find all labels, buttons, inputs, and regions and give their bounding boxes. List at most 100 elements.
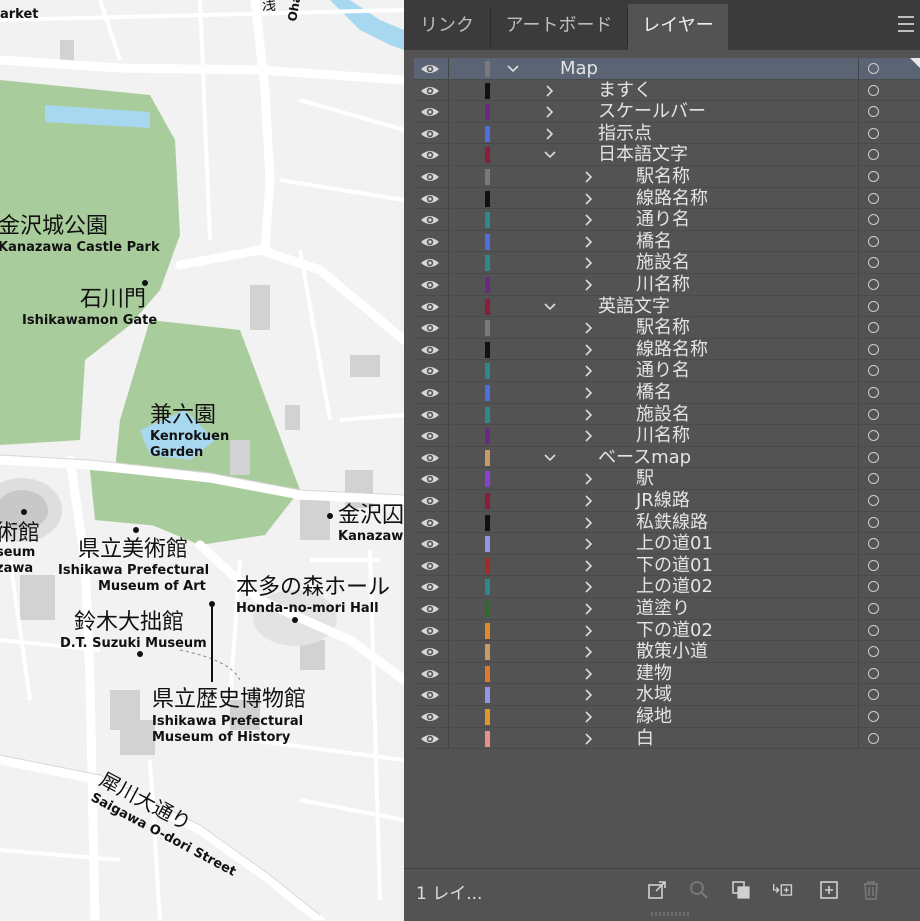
layer-row[interactable]: 水域 [414,684,920,706]
layer-row[interactable]: 橋名 [414,382,920,404]
layer-name[interactable]: 施設名 [636,404,690,426]
layer-row[interactable]: ますく [414,79,920,102]
chevron-right-icon[interactable] [582,537,596,551]
layer-row[interactable]: ベースmap [414,446,920,469]
chevron-right-icon[interactable] [582,559,596,573]
layer-name[interactable]: 川名称 [636,425,690,447]
target-circle-icon[interactable] [868,171,879,182]
layer-name[interactable]: 下の道01 [636,555,713,577]
layer-row[interactable]: 通り名 [414,360,920,382]
chevron-right-icon[interactable] [582,494,596,508]
layer-row[interactable]: 建物 [414,662,920,685]
layer-row[interactable]: 通り名 [414,209,920,231]
layer-name[interactable]: 建物 [636,663,672,685]
eye-icon[interactable] [420,213,440,227]
search-icon[interactable] [688,879,710,901]
tab-layers[interactable]: レイヤー [628,4,728,50]
target-circle-icon[interactable] [868,235,879,247]
layer-name[interactable]: 上の道02 [636,576,713,598]
layer-name[interactable]: 駅 [636,468,654,490]
target-circle-icon[interactable] [868,646,879,658]
target-circle-icon[interactable] [868,711,879,722]
chevron-down-icon[interactable] [543,148,557,162]
eye-icon[interactable] [420,645,440,659]
layer-name[interactable]: 川名称 [636,274,690,296]
new-sublayer-icon[interactable] [772,879,794,901]
layer-name[interactable]: 橋名 [636,382,672,404]
target-circle-icon[interactable] [868,279,879,290]
chevron-right-icon[interactable] [582,386,596,400]
target-circle-icon[interactable] [868,63,879,74]
chevron-right-icon[interactable] [582,408,596,422]
chevron-down-icon[interactable] [543,300,557,314]
layer-row[interactable]: 駅名称 [414,166,920,188]
eye-icon[interactable] [420,732,440,746]
eye-icon[interactable] [420,127,440,141]
layer-row[interactable]: 緑地 [414,706,920,728]
layer-row[interactable]: 下の道01 [414,554,920,577]
chevron-right-icon[interactable] [582,321,596,335]
eye-icon[interactable] [420,580,440,594]
chevron-right-icon[interactable] [582,645,596,659]
chevron-right-icon[interactable] [582,256,596,270]
eye-icon[interactable] [420,516,440,530]
target-circle-icon[interactable] [868,214,879,226]
eye-icon[interactable] [420,408,440,422]
chevron-right-icon[interactable] [543,84,557,98]
chevron-right-icon[interactable] [582,472,596,486]
layer-row[interactable]: 指示点 [414,122,920,145]
target-circle-icon[interactable] [868,84,879,96]
layer-row[interactable]: 線路名称 [414,338,920,361]
layer-name[interactable]: 下の道02 [636,620,713,642]
layer-name[interactable]: 線路名称 [636,188,708,210]
layer-name[interactable]: ますく [598,80,652,102]
layer-name[interactable]: 施設名 [636,252,690,274]
panel-resize-grip[interactable] [650,911,690,917]
layer-row[interactable]: 施設名 [414,252,920,274]
layer-name[interactable]: スケールバー [598,101,706,123]
target-circle-icon[interactable] [868,581,879,593]
chevron-right-icon[interactable] [582,602,596,616]
layer-row[interactable]: 英語文字 [414,295,920,318]
layer-row[interactable]: 川名称 [414,425,920,447]
chevron-right-icon[interactable] [582,667,596,681]
chevron-right-icon[interactable] [582,732,596,746]
layer-row[interactable]: Map [414,58,920,80]
layer-name[interactable]: 私鉄線路 [636,512,708,534]
chevron-right-icon[interactable] [543,105,557,119]
target-circle-icon[interactable] [868,451,879,463]
target-circle-icon[interactable] [868,559,879,571]
eye-icon[interactable] [420,688,440,702]
layer-list-area[interactable]: Map ますく スケールバー 指示点 日本語文字 駅名称 線路名称 通り名 橋名 施設名 川名称 英語… [414,58,920,868]
layer-row[interactable]: 施設名 [414,403,920,426]
eye-icon[interactable] [420,300,440,314]
chevron-right-icon[interactable] [582,516,596,530]
chevron-right-icon[interactable] [582,624,596,638]
layer-row[interactable]: 道塗り [414,598,920,620]
clipping-mask-icon[interactable] [730,879,752,901]
eye-icon[interactable] [420,321,440,335]
target-circle-icon[interactable] [868,538,879,550]
eye-icon[interactable] [420,105,440,119]
layer-name[interactable]: 散策小道 [636,641,708,663]
layer-row[interactable]: JR線路 [414,490,920,512]
target-circle-icon[interactable] [868,516,879,528]
eye-icon[interactable] [420,602,440,616]
eye-icon[interactable] [420,364,440,378]
chevron-down-icon[interactable] [543,451,557,465]
target-circle-icon[interactable] [868,365,879,377]
layer-name[interactable]: 通り名 [636,360,690,382]
chevron-right-icon[interactable] [582,235,596,249]
layer-row[interactable]: 私鉄線路 [414,511,920,534]
chevron-right-icon[interactable] [582,580,596,594]
chevron-right-icon[interactable] [582,364,596,378]
eye-icon[interactable] [420,710,440,724]
chevron-right-icon[interactable] [582,170,596,184]
map-canvas[interactable]: arket 浅 Ohas 金沢城公園 Kanazawa Castle Park … [0,0,404,920]
layer-name[interactable]: 橋名 [636,231,672,253]
eye-icon[interactable] [420,537,440,551]
target-circle-icon[interactable] [868,300,879,312]
eye-icon[interactable] [420,192,440,206]
target-circle-icon[interactable] [868,149,879,161]
eye-icon[interactable] [420,84,440,98]
